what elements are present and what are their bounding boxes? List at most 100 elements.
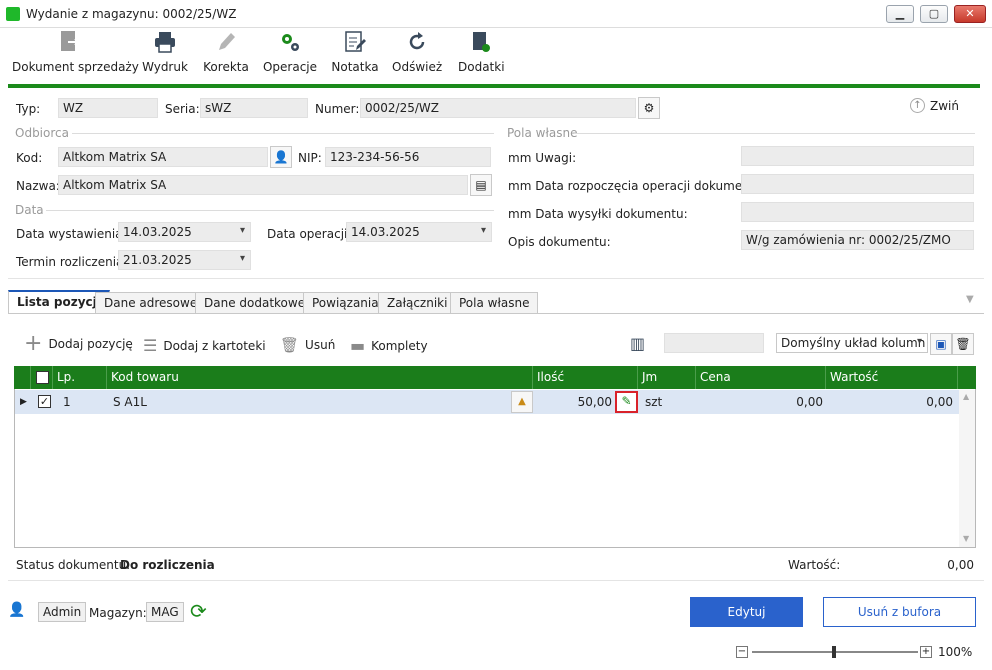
trash-icon: 🗑 xyxy=(280,336,300,354)
scroll-up-icon[interactable]: ▲ xyxy=(963,392,969,401)
wartosc-value: 0,00 xyxy=(947,558,974,572)
person-icon: 👤 xyxy=(273,150,289,164)
pola-divider xyxy=(574,133,975,134)
add-from-catalog-button[interactable]: ☰ Dodaj z kartoteki xyxy=(143,336,266,355)
contractor-select-button[interactable]: 👤 xyxy=(270,146,292,168)
refresh-icon xyxy=(409,32,425,50)
data-operacji-picker[interactable]: 14.03.2025 xyxy=(346,222,492,242)
data-divider xyxy=(46,210,494,211)
minimize-button[interactable]: ▁ xyxy=(886,5,914,23)
gears-icon xyxy=(282,34,299,51)
maximize-button[interactable]: ▢ xyxy=(920,5,948,23)
tab-zalaczniki[interactable]: Załączniki xyxy=(378,292,457,314)
table-row[interactable]: ▶ ✓ 1 S A1L ▲ 50,00 ✎ szt 0,00 0,00 xyxy=(15,390,959,414)
magazyn-badge: MAG xyxy=(146,602,184,622)
tab-dane-adresowe[interactable]: Dane adresowe xyxy=(95,292,207,314)
delete-layout-button[interactable]: 🗑 xyxy=(952,333,974,355)
edit-quantity-button[interactable]: ✎ xyxy=(615,391,638,413)
header-jm[interactable]: Jm xyxy=(638,366,696,389)
arrow-up-icon: ↑ xyxy=(910,98,925,113)
add-position-button[interactable]: + Dodaj pozycję xyxy=(24,333,133,355)
toolbar-label: Korekta xyxy=(203,60,249,74)
trash-icon: 🗑 xyxy=(955,337,971,351)
barcode-scan-icon[interactable]: ▥ xyxy=(630,334,645,353)
grid-search-input[interactable] xyxy=(664,333,764,353)
add-from-catalog-label: Dodaj z kartoteki xyxy=(163,338,266,353)
title-bar: Wydanie z magazynu: 0002/25/WZ ▁ ▢ ✕ xyxy=(0,0,992,28)
contractor-card-button[interactable]: ▤ xyxy=(470,174,492,196)
toolbar-label: Dokument sprzedaży xyxy=(12,60,139,74)
row-pointer-icon: ▶ xyxy=(20,397,27,407)
sets-button[interactable]: ▬ Komplety xyxy=(350,336,428,355)
cell-ilosc[interactable]: 50,00 xyxy=(535,390,612,414)
zoom-out-button[interactable]: − xyxy=(736,646,748,658)
wartosc-label: Wartość: xyxy=(788,558,841,572)
toolbar-odswiez[interactable]: Odśwież xyxy=(392,30,442,76)
zoom-in-button[interactable]: + xyxy=(920,646,932,658)
save-layout-button[interactable]: ▣ xyxy=(930,333,952,355)
edit-button[interactable]: Edytuj xyxy=(690,597,803,627)
list-add-icon: ☰ xyxy=(143,336,158,355)
header-ilosc[interactable]: Ilość xyxy=(533,366,638,389)
numer-settings-button[interactable]: ⚙ xyxy=(638,97,660,119)
window-title: Wydanie z magazynu: 0002/25/WZ xyxy=(26,7,237,21)
toolbar-notatka[interactable]: Notatka xyxy=(330,30,380,76)
uwagi-field[interactable] xyxy=(741,146,974,166)
tab-dane-dodatkowe[interactable]: Dane dodatkowe xyxy=(195,292,315,314)
sets-label: Komplety xyxy=(371,338,428,353)
rozpoczecia-field[interactable] xyxy=(741,174,974,194)
numer-field[interactable]: 0002/25/WZ xyxy=(360,98,636,118)
nazwa-field[interactable]: Altkom Matrix SA xyxy=(58,175,468,195)
termin-picker[interactable]: 21.03.2025 xyxy=(118,250,251,270)
stock-levels-button[interactable]: ▲ xyxy=(511,391,533,413)
typ-field[interactable]: WZ xyxy=(58,98,158,118)
magazyn-label: Magazyn: xyxy=(89,606,147,620)
cell-lp: 1 xyxy=(63,395,71,409)
grid-scrollbar[interactable]: ▲ ▼ xyxy=(959,390,975,547)
data-wystawienia-label: Data wystawienia: xyxy=(16,227,127,241)
header-cena[interactable]: Cena xyxy=(696,366,826,389)
remove-from-buffer-button[interactable]: Usuń z bufora xyxy=(823,597,976,627)
nip-field[interactable]: 123-234-56-56 xyxy=(325,147,491,167)
toolbar-dodatki[interactable]: Dodatki xyxy=(458,30,505,76)
row-checkbox[interactable]: ✓ xyxy=(38,395,51,408)
opis-label: Opis dokumentu: xyxy=(508,235,611,249)
header-kod-towaru[interactable]: Kod towaru xyxy=(107,366,533,389)
wysylki-field[interactable] xyxy=(741,202,974,222)
seria-field[interactable]: sWZ xyxy=(200,98,308,118)
stock-icon: ▲ xyxy=(518,396,526,407)
tab-powiazania[interactable]: Powiązania xyxy=(303,292,388,314)
opis-field[interactable]: W/g zamówienia nr: 0002/25/ZMO xyxy=(741,230,974,250)
toolbar-dokument-sprzedazy[interactable]: Dokument sprzedaży xyxy=(12,30,139,76)
maximize-icon: ▢ xyxy=(928,7,940,20)
collapse-button[interactable]: ↑ Zwiń xyxy=(910,98,959,113)
zoom-slider-thumb[interactable] xyxy=(832,646,836,658)
select-all-checkbox[interactable]: ✓ xyxy=(36,371,49,384)
close-icon: ✕ xyxy=(965,7,975,20)
kod-field[interactable]: Altkom Matrix SA xyxy=(58,147,268,167)
wysylki-label: mm Data wysyłki dokumentu: xyxy=(508,207,688,221)
pencil-icon xyxy=(219,33,235,50)
edit-icon: ✎ xyxy=(621,394,632,408)
column-layout-select[interactable]: Domyślny układ kolumn xyxy=(776,333,928,353)
tabs-expand-icon[interactable]: ▼ xyxy=(966,294,974,305)
zoom-level: 100% xyxy=(938,645,973,659)
status-divider xyxy=(8,580,984,581)
tab-pola-wlasne[interactable]: Pola własne xyxy=(450,292,539,314)
document-sale-icon xyxy=(61,31,80,51)
header-select-all[interactable]: ✓ xyxy=(31,366,53,389)
header-lp[interactable]: Lp. xyxy=(53,366,107,389)
toolbar-wydruk[interactable]: Wydruk xyxy=(140,30,190,76)
toolbar-korekta[interactable]: Korekta xyxy=(202,30,250,76)
row-checkbox-mark: ✓ xyxy=(38,395,51,408)
toolbar-label: Wydruk xyxy=(142,60,188,74)
cell-jm: szt xyxy=(645,395,663,409)
delete-button[interactable]: 🗑 Usuń xyxy=(280,336,335,354)
data-wystawienia-picker[interactable]: 14.03.2025 xyxy=(118,222,251,242)
toolbar-operacje[interactable]: Operacje xyxy=(262,30,318,76)
scroll-down-icon[interactable]: ▼ xyxy=(963,534,969,543)
change-warehouse-icon[interactable]: ⟳ xyxy=(190,600,207,622)
data-section: Data xyxy=(15,203,44,217)
close-button[interactable]: ✕ xyxy=(954,5,986,23)
header-wartosc[interactable]: Wartość xyxy=(826,366,958,389)
